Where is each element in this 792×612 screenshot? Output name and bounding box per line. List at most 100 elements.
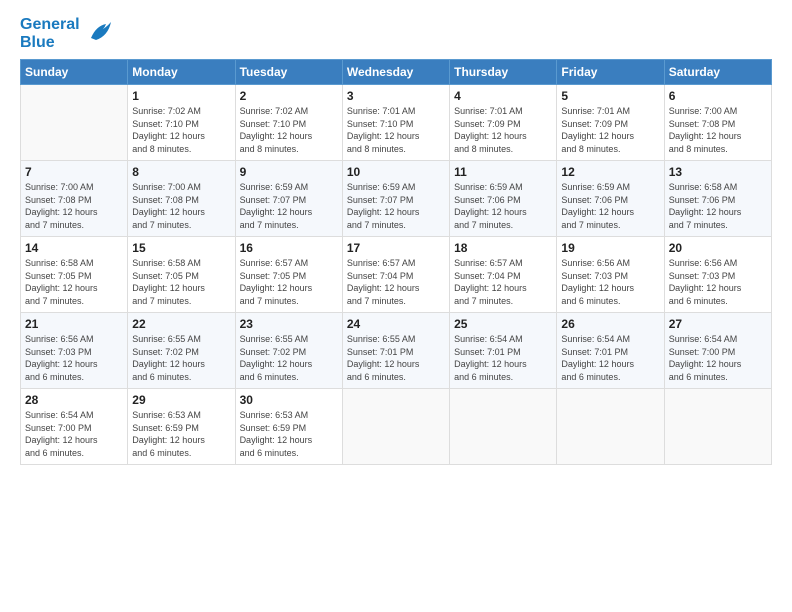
calendar-cell: 15 Sunrise: 6:58 AM Sunset: 7:05 PM Dayli… bbox=[128, 237, 235, 313]
calendar-cell: 30Sunrise: 6:53 AM Sunset: 6:59 PM Dayli… bbox=[235, 389, 342, 465]
week-row-5: 28 Sunrise: 6:54 AM Sunset: 7:00 PM Dayli… bbox=[21, 389, 772, 465]
day-number: 6 bbox=[669, 89, 767, 103]
day-number: 17 bbox=[347, 241, 445, 255]
day-info: Sunrise: 6:53 AM Sunset: 6:59 PM Dayligh… bbox=[132, 409, 230, 459]
day-info: Sunrise: 6:59 AM Sunset: 7:06 PM Dayligh… bbox=[454, 181, 552, 231]
calendar-cell bbox=[557, 389, 664, 465]
week-row-1: 1 Sunrise: 7:02 AM Sunset: 7:10 PM Daylig… bbox=[21, 85, 772, 161]
day-number: 19 bbox=[561, 241, 659, 255]
page-header: General Blue bbox=[20, 16, 772, 51]
day-info: Sunrise: 6:55 AM Sunset: 7:02 PM Dayligh… bbox=[132, 333, 230, 383]
day-number: 12 bbox=[561, 165, 659, 179]
week-row-4: 21 Sunrise: 6:56 AM Sunset: 7:03 PM Dayli… bbox=[21, 313, 772, 389]
logo: General Blue bbox=[20, 16, 116, 51]
calendar-header-row: SundayMondayTuesdayWednesdayThursdayFrid… bbox=[21, 60, 772, 85]
calendar-cell: 2Sunrise: 7:02 AM Sunset: 7:10 PM Daylig… bbox=[235, 85, 342, 161]
day-number: 25 bbox=[454, 317, 552, 331]
day-number: 1 bbox=[132, 89, 230, 103]
day-number: 16 bbox=[240, 241, 338, 255]
day-info: Sunrise: 6:58 AM Sunset: 7:05 PM Dayligh… bbox=[132, 257, 230, 307]
day-info: Sunrise: 6:58 AM Sunset: 7:06 PM Dayligh… bbox=[669, 181, 767, 231]
day-number: 8 bbox=[132, 165, 230, 179]
day-info: Sunrise: 6:56 AM Sunset: 7:03 PM Dayligh… bbox=[561, 257, 659, 307]
day-info: Sunrise: 7:00 AM Sunset: 7:08 PM Dayligh… bbox=[132, 181, 230, 231]
day-info: Sunrise: 6:55 AM Sunset: 7:01 PM Dayligh… bbox=[347, 333, 445, 383]
calendar-cell: 9Sunrise: 6:59 AM Sunset: 7:07 PM Daylig… bbox=[235, 161, 342, 237]
day-number: 30 bbox=[240, 393, 338, 407]
day-info: Sunrise: 7:00 AM Sunset: 7:08 PM Dayligh… bbox=[669, 105, 767, 155]
day-number: 18 bbox=[454, 241, 552, 255]
calendar-table: SundayMondayTuesdayWednesdayThursdayFrid… bbox=[20, 59, 772, 465]
calendar-cell: 19 Sunrise: 6:56 AM Sunset: 7:03 PM Dayli… bbox=[557, 237, 664, 313]
day-info: Sunrise: 6:54 AM Sunset: 7:00 PM Dayligh… bbox=[25, 409, 123, 459]
day-number: 4 bbox=[454, 89, 552, 103]
calendar-cell: 18 Sunrise: 6:57 AM Sunset: 7:04 PM Dayli… bbox=[450, 237, 557, 313]
calendar-cell: 10 Sunrise: 6:59 AM Sunset: 7:07 PM Dayli… bbox=[342, 161, 449, 237]
day-number: 26 bbox=[561, 317, 659, 331]
calendar-cell: 28 Sunrise: 6:54 AM Sunset: 7:00 PM Dayli… bbox=[21, 389, 128, 465]
calendar-cell: 5 Sunrise: 7:01 AM Sunset: 7:09 PM Daylig… bbox=[557, 85, 664, 161]
day-number: 3 bbox=[347, 89, 445, 103]
calendar-cell: 3 Sunrise: 7:01 AM Sunset: 7:10 PM Daylig… bbox=[342, 85, 449, 161]
day-number: 20 bbox=[669, 241, 767, 255]
calendar-cell: 22 Sunrise: 6:55 AM Sunset: 7:02 PM Dayli… bbox=[128, 313, 235, 389]
day-number: 21 bbox=[25, 317, 123, 331]
day-info: Sunrise: 6:54 AM Sunset: 7:01 PM Dayligh… bbox=[561, 333, 659, 383]
calendar-cell bbox=[450, 389, 557, 465]
day-info: Sunrise: 7:00 AM Sunset: 7:08 PM Dayligh… bbox=[25, 181, 123, 231]
day-number: 24 bbox=[347, 317, 445, 331]
day-number: 9 bbox=[240, 165, 338, 179]
day-number: 2 bbox=[240, 89, 338, 103]
calendar-cell bbox=[342, 389, 449, 465]
day-number: 22 bbox=[132, 317, 230, 331]
day-info: Sunrise: 6:59 AM Sunset: 7:07 PM Dayligh… bbox=[347, 181, 445, 231]
day-number: 5 bbox=[561, 89, 659, 103]
day-info: Sunrise: 6:57 AM Sunset: 7:05 PM Dayligh… bbox=[240, 257, 338, 307]
calendar-page: General Blue SundayMondayTuesdayWednesda… bbox=[0, 0, 792, 612]
day-info: Sunrise: 6:57 AM Sunset: 7:04 PM Dayligh… bbox=[347, 257, 445, 307]
day-number: 13 bbox=[669, 165, 767, 179]
week-row-3: 14 Sunrise: 6:58 AM Sunset: 7:05 PM Dayli… bbox=[21, 237, 772, 313]
day-number: 10 bbox=[347, 165, 445, 179]
header-saturday: Saturday bbox=[664, 60, 771, 85]
header-thursday: Thursday bbox=[450, 60, 557, 85]
header-monday: Monday bbox=[128, 60, 235, 85]
day-number: 23 bbox=[240, 317, 338, 331]
day-number: 14 bbox=[25, 241, 123, 255]
day-number: 29 bbox=[132, 393, 230, 407]
day-number: 11 bbox=[454, 165, 552, 179]
logo-line1: General bbox=[20, 16, 80, 34]
week-row-2: 7Sunrise: 7:00 AM Sunset: 7:08 PM Daylig… bbox=[21, 161, 772, 237]
calendar-cell: 27 Sunrise: 6:54 AM Sunset: 7:00 PM Dayli… bbox=[664, 313, 771, 389]
calendar-cell: 26 Sunrise: 6:54 AM Sunset: 7:01 PM Dayli… bbox=[557, 313, 664, 389]
day-info: Sunrise: 6:59 AM Sunset: 7:06 PM Dayligh… bbox=[561, 181, 659, 231]
calendar-cell: 6 Sunrise: 7:00 AM Sunset: 7:08 PM Daylig… bbox=[664, 85, 771, 161]
calendar-cell: 7Sunrise: 7:00 AM Sunset: 7:08 PM Daylig… bbox=[21, 161, 128, 237]
calendar-cell: 24 Sunrise: 6:55 AM Sunset: 7:01 PM Dayli… bbox=[342, 313, 449, 389]
calendar-cell bbox=[664, 389, 771, 465]
day-info: Sunrise: 7:01 AM Sunset: 7:10 PM Dayligh… bbox=[347, 105, 445, 155]
day-info: Sunrise: 7:02 AM Sunset: 7:10 PM Dayligh… bbox=[132, 105, 230, 155]
calendar-cell: 11 Sunrise: 6:59 AM Sunset: 7:06 PM Dayli… bbox=[450, 161, 557, 237]
day-info: Sunrise: 6:56 AM Sunset: 7:03 PM Dayligh… bbox=[25, 333, 123, 383]
logo-general: General bbox=[20, 16, 80, 33]
calendar-cell: 14Sunrise: 6:58 AM Sunset: 7:05 PM Dayli… bbox=[21, 237, 128, 313]
day-info: Sunrise: 6:54 AM Sunset: 7:00 PM Dayligh… bbox=[669, 333, 767, 383]
day-info: Sunrise: 6:56 AM Sunset: 7:03 PM Dayligh… bbox=[669, 257, 767, 307]
header-sunday: Sunday bbox=[21, 60, 128, 85]
calendar-cell: 29 Sunrise: 6:53 AM Sunset: 6:59 PM Dayli… bbox=[128, 389, 235, 465]
day-info: Sunrise: 6:54 AM Sunset: 7:01 PM Dayligh… bbox=[454, 333, 552, 383]
day-info: Sunrise: 6:57 AM Sunset: 7:04 PM Dayligh… bbox=[454, 257, 552, 307]
calendar-cell: 16 Sunrise: 6:57 AM Sunset: 7:05 PM Dayli… bbox=[235, 237, 342, 313]
calendar-cell: 4Sunrise: 7:01 AM Sunset: 7:09 PM Daylig… bbox=[450, 85, 557, 161]
calendar-cell: 8 Sunrise: 7:00 AM Sunset: 7:08 PM Daylig… bbox=[128, 161, 235, 237]
day-number: 15 bbox=[132, 241, 230, 255]
header-tuesday: Tuesday bbox=[235, 60, 342, 85]
calendar-cell: 1 Sunrise: 7:02 AM Sunset: 7:10 PM Daylig… bbox=[128, 85, 235, 161]
day-info: Sunrise: 7:01 AM Sunset: 7:09 PM Dayligh… bbox=[561, 105, 659, 155]
day-number: 27 bbox=[669, 317, 767, 331]
calendar-cell bbox=[21, 85, 128, 161]
day-number: 28 bbox=[25, 393, 123, 407]
calendar-cell: 20 Sunrise: 6:56 AM Sunset: 7:03 PM Dayli… bbox=[664, 237, 771, 313]
calendar-cell: 21 Sunrise: 6:56 AM Sunset: 7:03 PM Dayli… bbox=[21, 313, 128, 389]
